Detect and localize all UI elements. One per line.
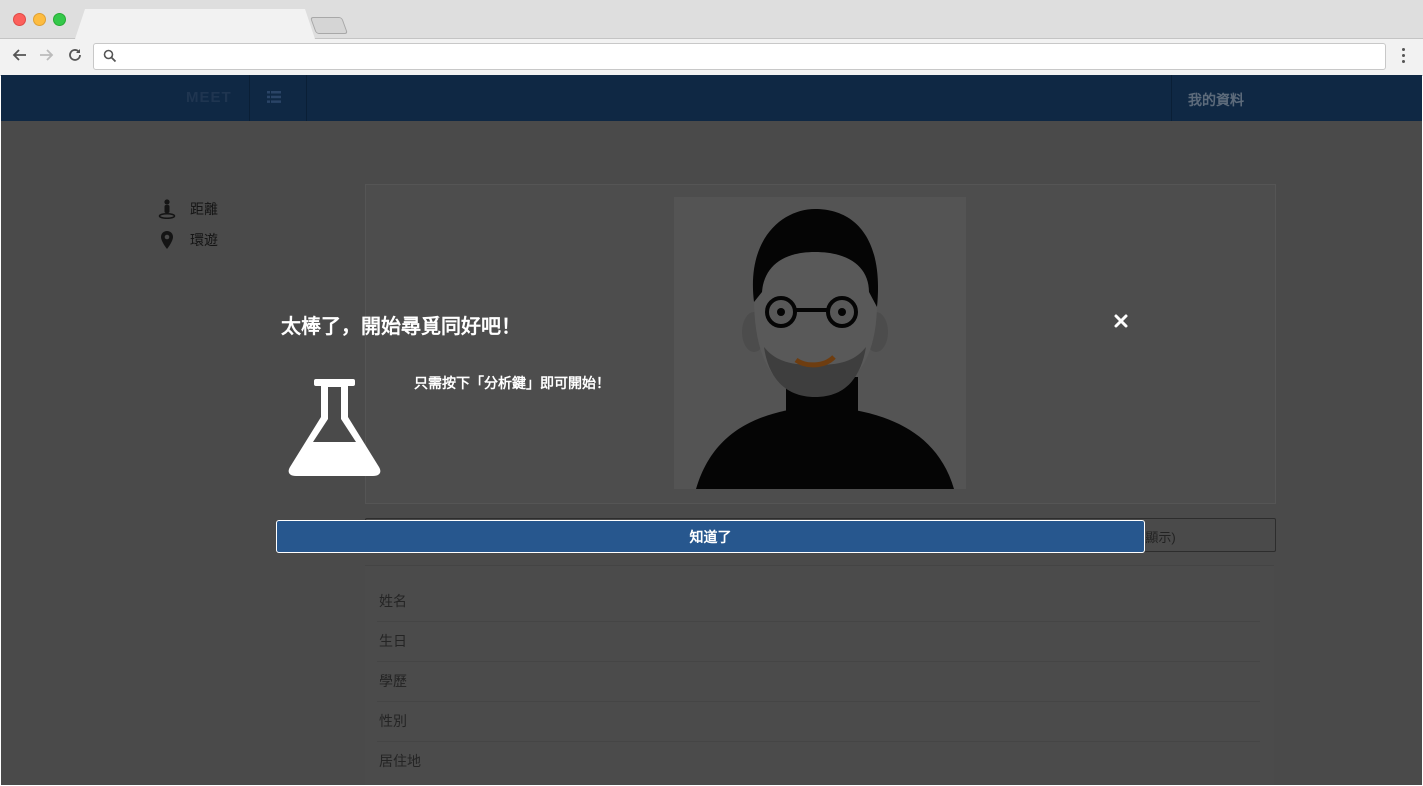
sidebar-item-distance[interactable]: 距離	[158, 199, 218, 219]
nav-divider	[1171, 75, 1172, 121]
modal-title: 太棒了，開始尋覓同好吧！	[281, 316, 521, 338]
map-marker-icon	[161, 231, 173, 249]
browser-chrome	[0, 0, 1423, 76]
field-name-label: 姓名	[379, 593, 407, 609]
divider	[377, 701, 1260, 702]
arrow-right-icon	[40, 49, 54, 61]
new-tab-button[interactable]	[309, 17, 349, 34]
confirm-button[interactable]: 知道了	[276, 520, 1145, 553]
close-icon[interactable]	[1113, 313, 1129, 329]
reload-button[interactable]	[64, 44, 86, 66]
divider	[377, 661, 1260, 662]
arrow-left-icon	[12, 49, 26, 61]
sidebar-item-label: 距離	[190, 201, 218, 217]
back-button[interactable]	[8, 44, 30, 66]
profile-avatar[interactable]	[674, 197, 966, 489]
divider	[377, 741, 1260, 742]
sidebar-item-label: 環遊	[190, 232, 218, 248]
field-birthday-label: 生日	[379, 633, 407, 649]
divider	[377, 621, 1260, 622]
browser-menu-button[interactable]	[1396, 44, 1410, 66]
nav-divider	[249, 75, 250, 121]
sidebar-item-travel[interactable]: 環遊	[158, 230, 218, 250]
field-education-label: 學歷	[379, 673, 407, 689]
profile-info-panel	[365, 565, 1274, 785]
page-content: MEET 我的資料 距離 環遊 (顯示) 姓名 生日 學歷 性別 居住地	[1, 75, 1422, 785]
close-window-button[interactable]	[13, 13, 26, 26]
brand-logo[interactable]: MEET	[186, 89, 232, 106]
minimize-window-button[interactable]	[33, 13, 46, 26]
tab-strip	[0, 0, 1423, 39]
my-profile-link[interactable]: 我的資料	[1188, 90, 1244, 110]
top-navbar: MEET 我的資料	[1, 75, 1422, 121]
person-pin-icon	[158, 199, 176, 219]
display-toggle-label: (顯示)	[1141, 530, 1176, 545]
address-bar[interactable]	[93, 43, 1386, 70]
reload-icon	[69, 49, 81, 61]
maximize-window-button[interactable]	[53, 13, 66, 26]
field-residence-label: 居住地	[379, 753, 421, 769]
field-gender-label: 性別	[379, 713, 407, 729]
avatar-illustration	[674, 197, 966, 489]
active-tab[interactable]	[75, 9, 315, 39]
forward-button[interactable]	[36, 44, 58, 66]
list-icon[interactable]	[267, 91, 281, 103]
search-icon	[103, 49, 117, 63]
modal-message: 只需按下「分析鍵」即可開始！	[414, 375, 610, 391]
nav-divider	[306, 75, 307, 121]
flask-icon	[288, 379, 381, 476]
